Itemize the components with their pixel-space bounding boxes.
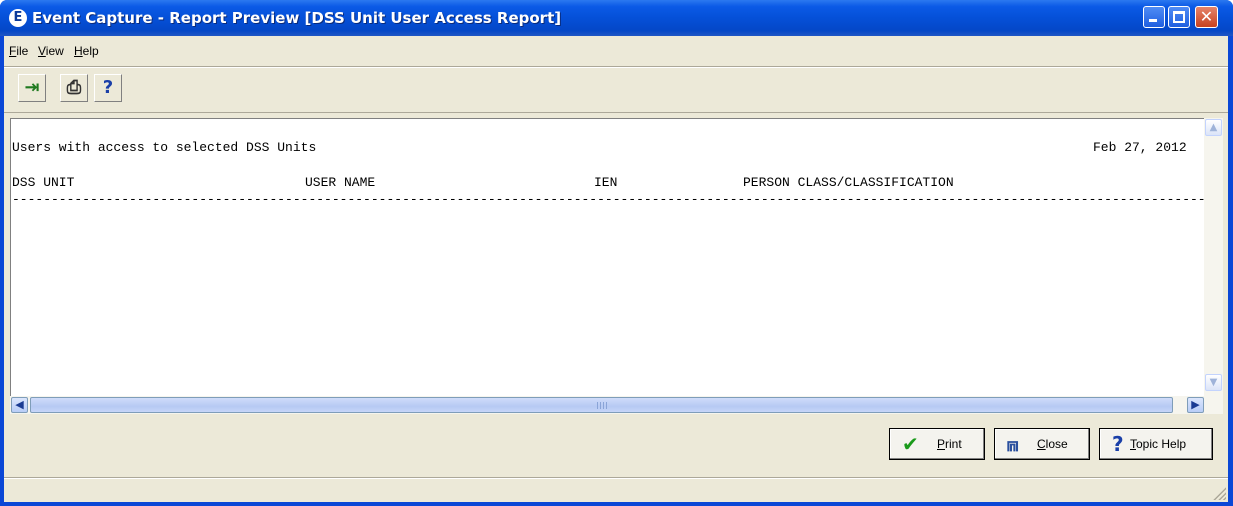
menu-file[interactable]: File bbox=[9, 44, 28, 58]
title-bar[interactable]: E Event Capture - Report Preview [DSS Un… bbox=[0, 0, 1233, 36]
close-button[interactable]: ⩎ Close bbox=[994, 428, 1090, 460]
print-button-label: Print bbox=[937, 437, 962, 451]
close-icon: ✕ bbox=[1199, 7, 1214, 26]
help-question-icon: ? bbox=[1112, 432, 1124, 456]
scroll-down-icon[interactable]: ▼ bbox=[1205, 374, 1222, 391]
column-dss-unit: DSS UNIT bbox=[12, 175, 75, 190]
topic-help-button[interactable]: ? Topic Help bbox=[1099, 428, 1213, 460]
scroll-left-icon[interactable]: ◀ bbox=[11, 397, 28, 413]
menu-help[interactable]: Help bbox=[74, 44, 99, 58]
print-toolbar-button[interactable]: ⎙ bbox=[60, 74, 88, 102]
maximize-button[interactable] bbox=[1168, 6, 1190, 28]
column-user-name: USER NAME bbox=[305, 175, 376, 190]
horizontal-scroll-thumb[interactable] bbox=[30, 397, 1173, 413]
checkmark-icon: ✔ bbox=[902, 432, 919, 456]
app-icon: E bbox=[9, 9, 27, 27]
close-button-label: Close bbox=[1037, 437, 1068, 451]
topic-help-button-label: Topic Help bbox=[1130, 437, 1187, 451]
maximize-icon bbox=[1173, 11, 1185, 23]
exit-toolbar-button[interactable]: ⇥ bbox=[18, 74, 46, 102]
report-preview-pane[interactable]: Users with access to selected DSS Units … bbox=[10, 118, 1206, 396]
vertical-scrollbar[interactable]: ▲ ▼ bbox=[1204, 118, 1223, 396]
window-title: Event Capture - Report Preview [DSS Unit… bbox=[32, 9, 562, 27]
toolbar-separator bbox=[4, 112, 1228, 113]
column-person-class: PERSON CLASS/CLASSIFICATION bbox=[743, 175, 954, 190]
toolbar: ⇥ ⎙ ? bbox=[4, 67, 1228, 109]
printer-icon: ⎙ bbox=[66, 77, 82, 98]
scroll-up-icon[interactable]: ▲ bbox=[1205, 119, 1222, 136]
door-exit-icon: ⩎ bbox=[1007, 432, 1019, 456]
app-window: E Event Capture - Report Preview [DSS Un… bbox=[0, 0, 1233, 506]
menu-view[interactable]: View bbox=[38, 44, 64, 58]
client-area: File View Help ⇥ ⎙ ? Users with access t… bbox=[4, 36, 1228, 502]
help-question-icon: ? bbox=[102, 77, 114, 98]
report-heading: Users with access to selected DSS Units bbox=[12, 140, 317, 155]
minimize-icon bbox=[1149, 19, 1157, 22]
column-ien: IEN bbox=[594, 175, 618, 190]
thumb-grip-icon bbox=[597, 402, 607, 409]
status-bar bbox=[4, 479, 1228, 502]
exit-door-icon: ⇥ bbox=[24, 77, 40, 98]
column-divider: ----------------------------------------… bbox=[12, 192, 1206, 207]
help-toolbar-button[interactable]: ? bbox=[94, 74, 122, 102]
menu-bar: File View Help bbox=[4, 36, 1228, 66]
horizontal-scrollbar[interactable]: ◀ ▶ bbox=[10, 396, 1223, 414]
close-window-button[interactable]: ✕ bbox=[1195, 6, 1218, 28]
print-button[interactable]: ✔ Print bbox=[889, 428, 985, 460]
scroll-right-icon[interactable]: ▶ bbox=[1187, 397, 1204, 413]
report-date: Feb 27, 2012 bbox=[1093, 140, 1187, 155]
resize-grip-icon[interactable] bbox=[1212, 486, 1226, 500]
minimize-button[interactable] bbox=[1143, 6, 1165, 28]
